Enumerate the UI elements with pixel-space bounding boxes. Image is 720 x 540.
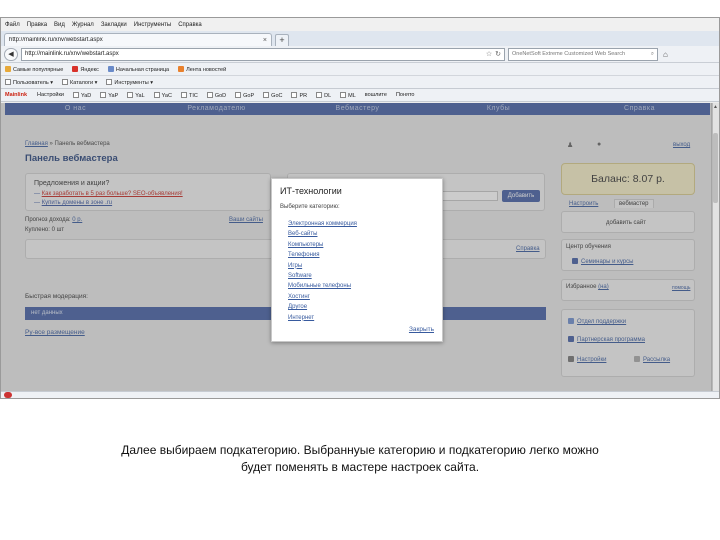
bookmark-icon [5, 65, 11, 72]
category-list: Электронная коммерция Веб-сайты Компьюте… [288, 219, 357, 323]
bookmark-news-feed[interactable]: Лента новостей [178, 65, 226, 73]
tab-title: http://mainlink.ru/xnv/webstart.aspx [9, 37, 103, 43]
navigation-toolbar: ◀ http://mainlink.ru/xnv/webstart.aspx ☆… [1, 46, 719, 63]
yandex-icon [72, 65, 79, 72]
dialog-title: ИТ-технологии [280, 186, 342, 196]
checkbox-icon [291, 91, 298, 98]
toolbar-gop[interactable]: GoP [235, 91, 254, 99]
subcategory-dialog: ИТ-технологии Выберите категорию: Электр… [271, 178, 443, 342]
wrench-icon [106, 78, 113, 85]
toolbar-yac[interactable]: YaC [153, 91, 172, 99]
user-icon [5, 78, 11, 85]
checkbox-icon [263, 91, 270, 98]
toolbar-ml[interactable]: ML [340, 91, 356, 99]
dialog-subtitle: Выберите категорию: [280, 204, 340, 210]
slide-caption: Далее выбираем подкатегорию. Выбраннуые … [60, 442, 660, 476]
url-text: http://mainlink.ru/xnv/webstart.aspx [25, 51, 119, 57]
close-icon[interactable]: × [263, 37, 267, 44]
toolbar-yap[interactable]: YaP [100, 91, 118, 99]
search-placeholder: OneNetSoft Extreme Customized Web Search [512, 51, 626, 57]
rss-icon [178, 65, 185, 72]
menu-help[interactable]: Справка [178, 22, 202, 28]
toolbar-login[interactable]: вошлите [365, 92, 387, 98]
reload-icon[interactable]: ↻ [495, 50, 501, 58]
toolbar-user[interactable]: Пользователь ▾ [5, 78, 53, 86]
toolbar-yad[interactable]: YaD [72, 91, 91, 99]
mainlink-brand[interactable]: Mainlink [5, 92, 27, 98]
menu-tools[interactable]: Инструменты [134, 22, 171, 28]
folder-icon [62, 78, 68, 85]
menu-edit[interactable]: Правка [27, 22, 47, 28]
back-button[interactable]: ◀ [4, 47, 18, 61]
scroll-up-icon[interactable]: ▲ [712, 103, 719, 111]
toolbar-settings[interactable]: Настройки [37, 92, 64, 98]
category-item[interactable]: Software [288, 271, 357, 281]
scroll-thumb[interactable] [713, 133, 718, 203]
menu-bookmarks[interactable]: Закладки [101, 22, 127, 28]
menu-file[interactable]: Файл [5, 22, 20, 28]
addon-status-icon[interactable] [4, 392, 12, 398]
category-item[interactable]: Телефония [288, 250, 357, 260]
checkbox-icon [180, 91, 187, 98]
toolbar-yal[interactable]: YaL [127, 91, 145, 99]
toolbar-pr[interactable]: PR [291, 91, 307, 99]
new-tab-button[interactable]: + [275, 34, 289, 46]
checkbox-icon [153, 91, 160, 98]
browser-status-bar [1, 391, 719, 398]
category-item[interactable]: Интернет [288, 313, 357, 323]
toolbar-tic[interactable]: TIC [180, 91, 198, 99]
browser-screenshot: Файл Правка Вид Журнал Закладки Инструме… [0, 17, 720, 399]
home-icon[interactable]: ⌂ [663, 50, 668, 59]
checkbox-icon [206, 91, 213, 98]
checkbox-icon [316, 91, 323, 98]
category-item[interactable]: Игры [288, 261, 357, 271]
menu-history[interactable]: Журнал [72, 22, 94, 28]
checkbox-icon [127, 91, 134, 98]
toolbar-dl[interactable]: DL [316, 91, 331, 99]
addon-toolbar: Пользователь ▾ Каталоги ▾ Инструменты ▾ [1, 76, 719, 89]
caption-line-2: будет поменять в мастере настроек сайта. [240, 460, 480, 474]
checkbox-icon [100, 91, 107, 98]
category-item[interactable]: Хостинг [288, 292, 357, 302]
mainlink-toolbar: Mainlink Настройки YaD YaP YaL YaC TIC G… [1, 89, 719, 102]
category-item[interactable]: Веб-сайты [288, 229, 357, 239]
menu-view[interactable]: Вид [54, 22, 65, 28]
category-item[interactable]: Мобильные телефоны [288, 281, 357, 291]
toolbar-tools[interactable]: Инструменты ▾ [106, 78, 153, 86]
bookmark-start-page[interactable]: Начальная страница [107, 65, 169, 73]
url-bar[interactable]: http://mainlink.ru/xnv/webstart.aspx ☆ ↻ [21, 47, 505, 61]
category-item[interactable]: Другое [288, 302, 357, 312]
star-icon[interactable]: ☆ [486, 50, 492, 58]
search-icon[interactable]: ⌕ [651, 51, 654, 58]
browser-tab[interactable]: http://mainlink.ru/xnv/webstart.aspx × [4, 33, 272, 46]
toolbar-goc[interactable]: GoC [263, 91, 282, 99]
page-icon [107, 65, 114, 72]
tab-strip: http://mainlink.ru/xnv/webstart.aspx × + [1, 31, 719, 46]
category-item[interactable]: Электронная коммерция [288, 219, 357, 229]
close-button[interactable]: Закрыть [409, 326, 434, 333]
browser-menubar: Файл Правка Вид Журнал Закладки Инструме… [1, 18, 719, 31]
bookmarks-toolbar: Самые популярные Яндекс Начальная страни… [1, 63, 719, 76]
toolbar-catalogs[interactable]: Каталоги ▾ [62, 78, 97, 86]
search-input[interactable]: OneNetSoft Extreme Customized Web Search… [508, 47, 658, 61]
slide-page: Файл Правка Вид Журнал Закладки Инструме… [0, 0, 720, 540]
bookmark-popular[interactable]: Самые популярные [5, 65, 63, 73]
checkbox-icon [340, 91, 347, 98]
category-item[interactable]: Компьютеры [288, 240, 357, 250]
toolbar-understood[interactable]: Понято [396, 92, 415, 98]
caption-line-1: Далее выбираем подкатегорию. Выбраннуые … [121, 443, 599, 457]
toolbar-god[interactable]: GoD [206, 91, 226, 99]
checkbox-icon [235, 91, 242, 98]
checkbox-icon [72, 91, 79, 98]
bookmark-yandex[interactable]: Яндекс [72, 65, 99, 73]
